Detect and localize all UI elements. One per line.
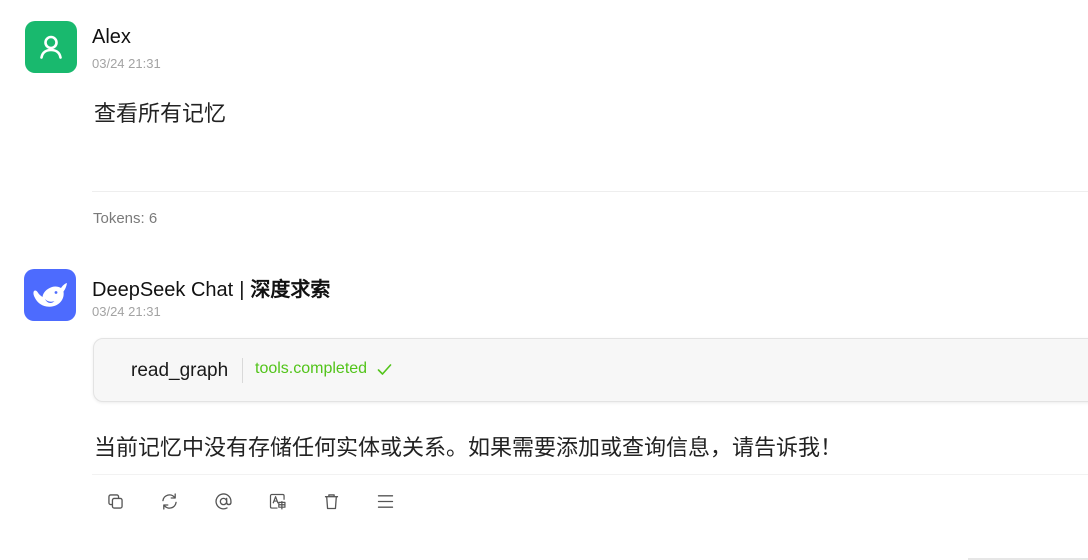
name-separator: | <box>239 279 245 301</box>
user-avatar[interactable] <box>25 21 77 73</box>
more-menu-button[interactable] <box>373 489 397 513</box>
assistant-avatar[interactable] <box>24 269 76 321</box>
user-message-timestamp: 03/24 21:31 <box>92 56 161 71</box>
tool-separator <box>242 358 243 383</box>
delete-button[interactable] <box>319 489 343 513</box>
user-name: Alex <box>92 26 131 48</box>
model-name: DeepSeek Chat <box>92 279 234 301</box>
provider-name: 深度求索 <box>250 279 331 301</box>
assistant-name: DeepSeek Chat | 深度求索 <box>92 273 330 302</box>
chat-view: Alex 03/24 21:31 查看所有记忆 Tokens: 6 DeepSe… <box>0 0 1088 560</box>
delete-icon <box>324 493 338 509</box>
regenerate-icon <box>161 492 177 510</box>
token-count: Tokens: 6 <box>93 210 158 227</box>
deepseek-whale-icon <box>33 283 67 307</box>
copy-button[interactable] <box>103 489 127 513</box>
tool-status-label: tools.completed <box>255 360 368 377</box>
assistant-message-timestamp: 03/24 21:31 <box>92 304 161 319</box>
tool-status: tools.completed <box>255 360 393 378</box>
mention-icon <box>214 492 232 509</box>
tool-call-card[interactable]: read_graph tools.completed <box>93 338 1088 402</box>
translate-button[interactable] <box>265 489 289 513</box>
user-icon <box>40 35 62 59</box>
message-divider <box>92 191 1088 192</box>
tool-name: read_graph <box>131 360 229 381</box>
translate-icon <box>269 493 286 509</box>
more-menu-icon <box>377 494 393 508</box>
check-icon <box>376 361 393 378</box>
regenerate-button[interactable] <box>157 489 181 513</box>
mention-button[interactable] <box>211 489 235 513</box>
user-message-text: 查看所有记忆 <box>94 102 227 127</box>
assistant-message-text: 当前记忆中没有存储任何实体或关系。如果需要添加或查询信息，请告诉我！ <box>94 436 843 461</box>
copy-icon <box>107 493 123 509</box>
message-footer-divider <box>92 474 1088 475</box>
